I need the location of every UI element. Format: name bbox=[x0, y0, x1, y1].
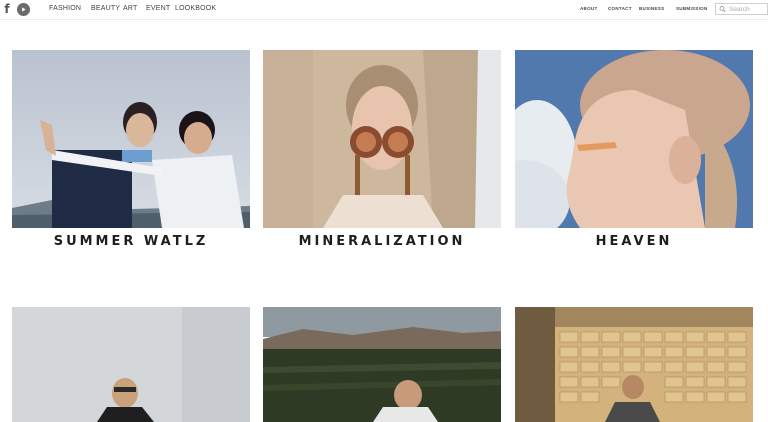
article-title[interactable]: MINERALIZATION bbox=[263, 234, 501, 249]
article-image[interactable] bbox=[515, 307, 753, 422]
facebook-icon[interactable]: f bbox=[3, 2, 11, 16]
nav-about[interactable]: ABOUT bbox=[580, 6, 598, 11]
search-box[interactable] bbox=[715, 3, 768, 15]
nav-contact[interactable]: CONTACT bbox=[608, 6, 632, 11]
article-image[interactable] bbox=[12, 307, 250, 422]
search-icon bbox=[719, 6, 726, 13]
play-icon[interactable] bbox=[17, 2, 30, 16]
nav-lookbook[interactable]: LOOKBOOK bbox=[175, 5, 216, 12]
nav-beauty[interactable]: BEAUTY bbox=[91, 5, 120, 12]
nav-business[interactable]: BUSINESS bbox=[639, 6, 664, 11]
social-links: f bbox=[3, 2, 30, 16]
nav-art[interactable]: ART bbox=[123, 5, 137, 12]
article-image[interactable] bbox=[12, 50, 250, 228]
nav-fashion[interactable]: FASHION bbox=[49, 5, 81, 12]
nav-submission[interactable]: SUBMISSION bbox=[676, 6, 708, 11]
article-image[interactable] bbox=[515, 50, 753, 228]
article-title[interactable]: SUMMER WATLZ bbox=[12, 234, 250, 249]
nav-event[interactable]: EVENT bbox=[146, 5, 170, 12]
top-bar: f FASHION BEAUTY ART EVENT LOOKBOOK ABOU… bbox=[0, 0, 768, 20]
article-title[interactable]: HEAVEN bbox=[515, 234, 753, 249]
search-input[interactable] bbox=[729, 4, 767, 14]
play-triangle-icon bbox=[22, 6, 26, 12]
article-image[interactable] bbox=[263, 50, 501, 228]
article-image[interactable] bbox=[263, 307, 501, 422]
